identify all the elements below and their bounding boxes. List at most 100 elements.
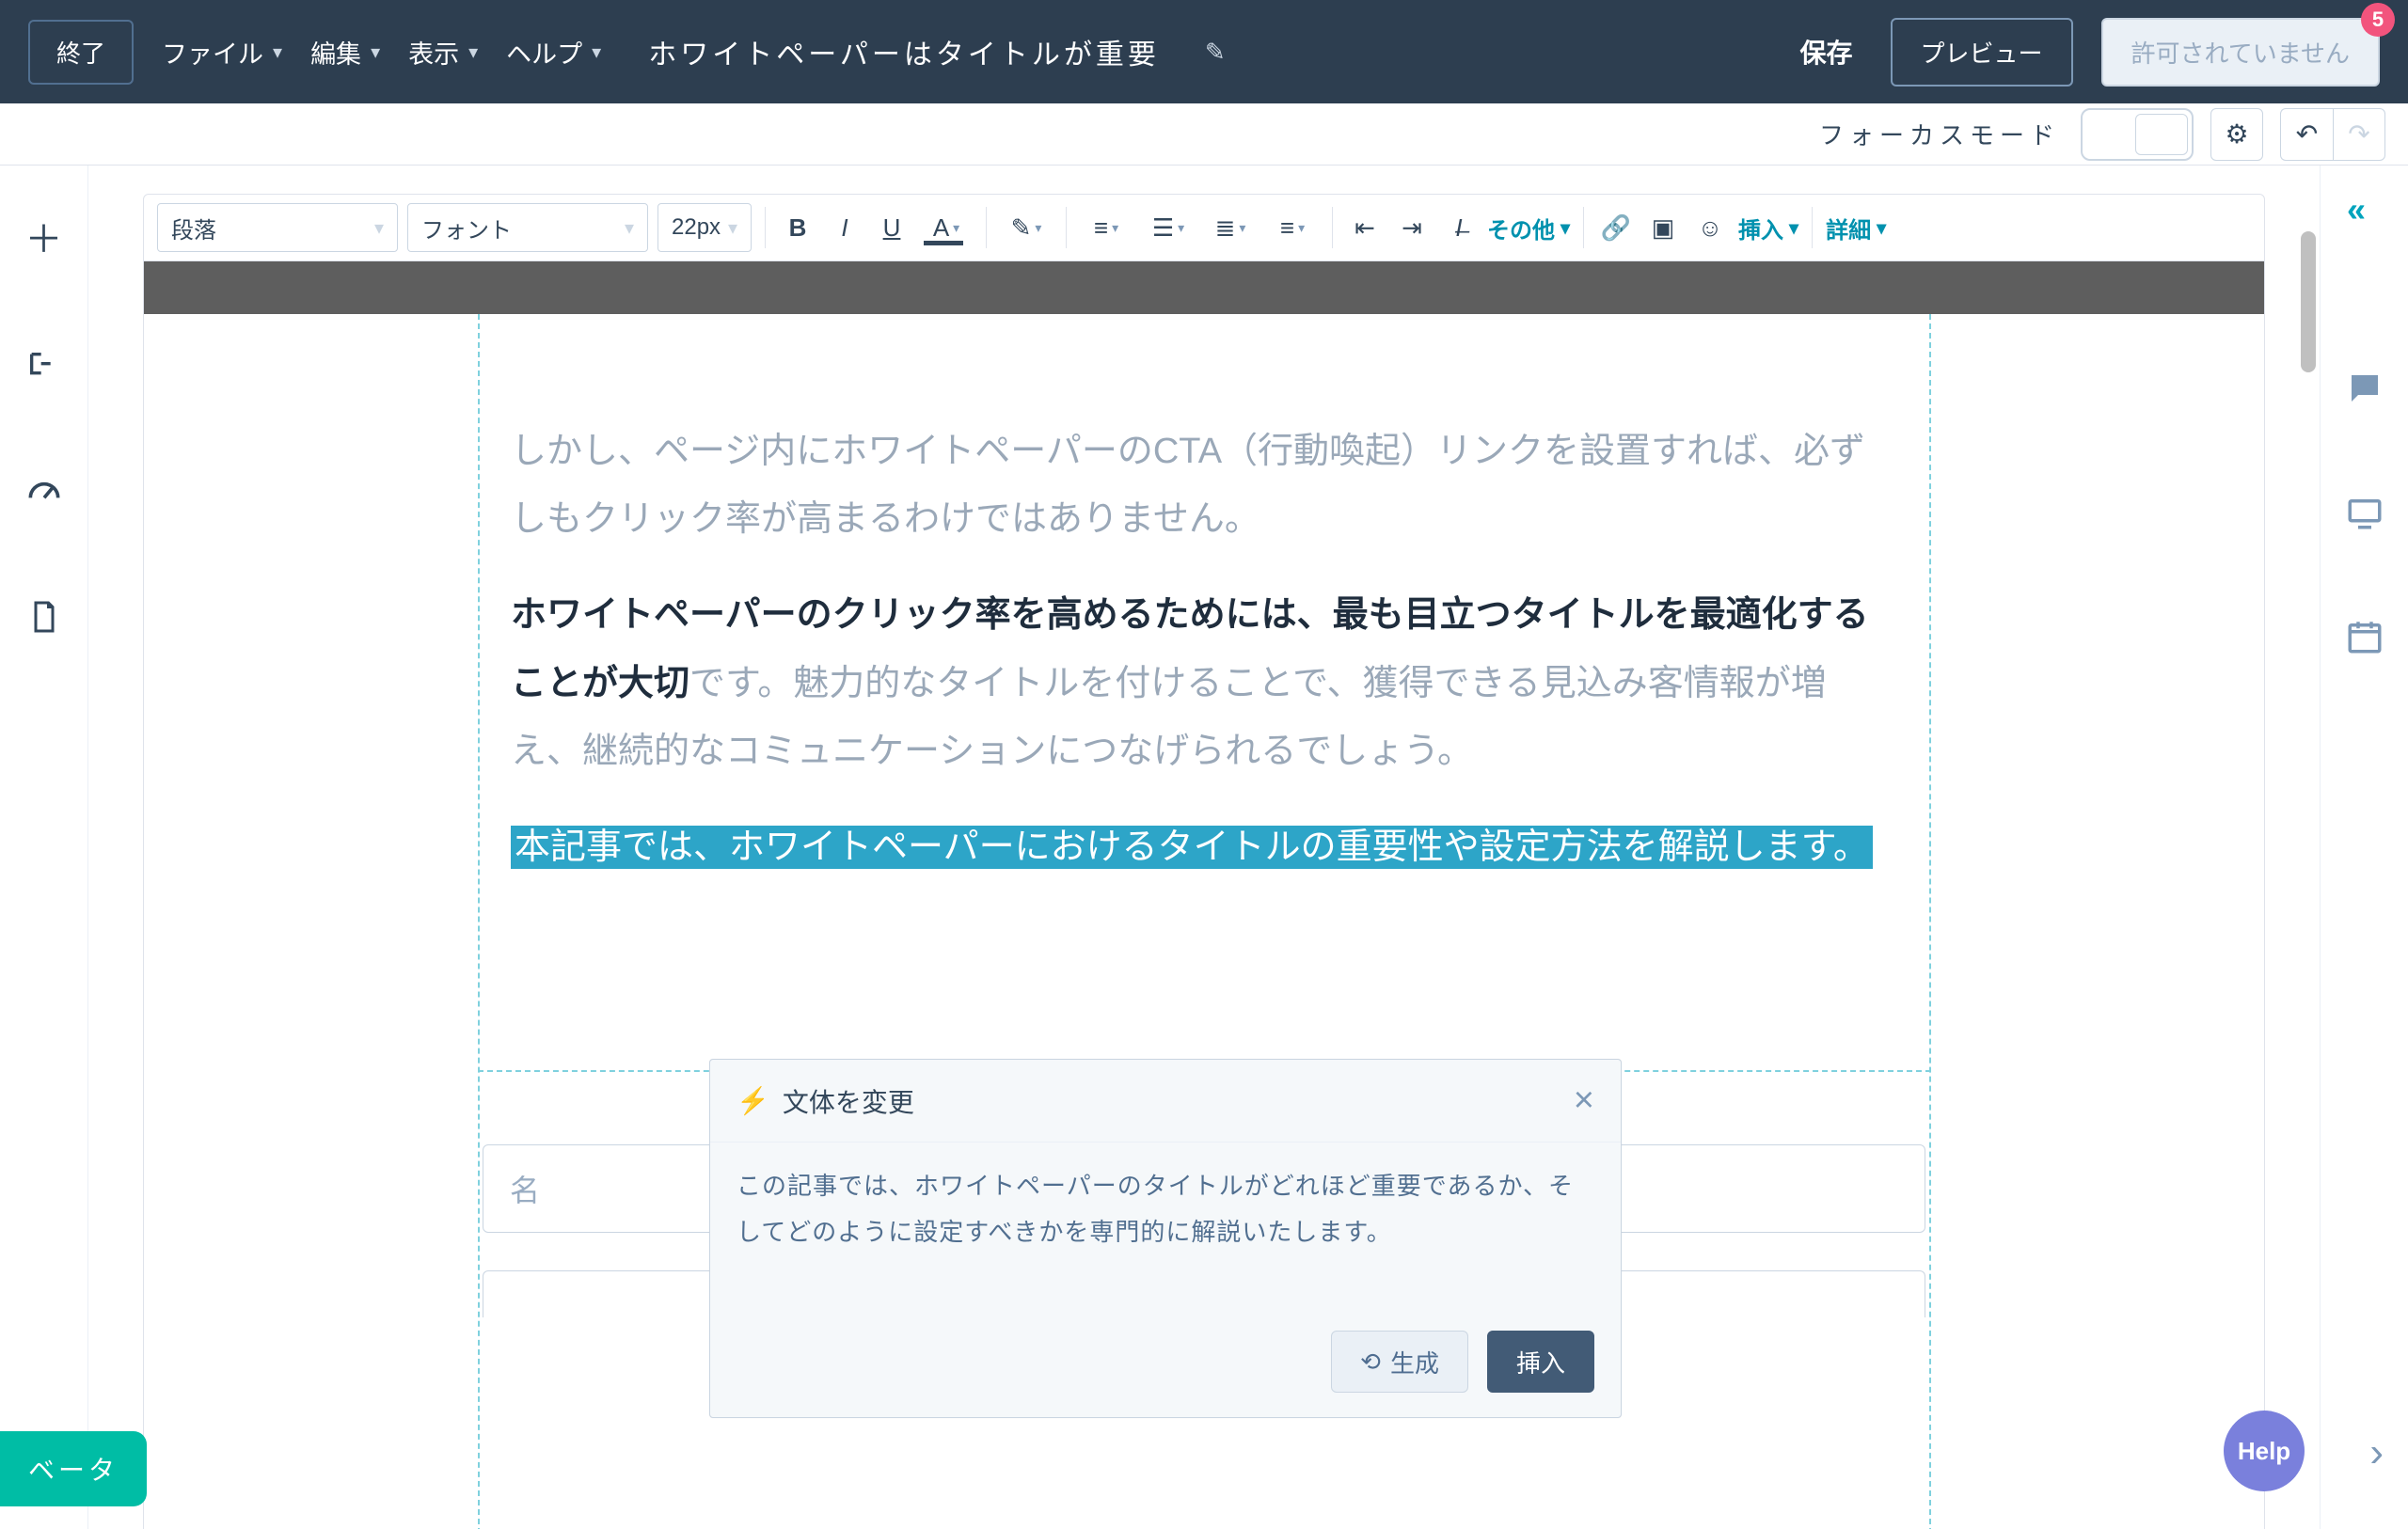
preview-button[interactable]: プレビュー bbox=[1891, 18, 2073, 87]
ai-generate-button[interactable]: ⟲ 生成 bbox=[1331, 1331, 1468, 1393]
scrollbar-thumb[interactable] bbox=[2301, 231, 2316, 372]
highlight-icon: ✎ bbox=[1011, 213, 1032, 243]
pencil-icon[interactable]: ✎ bbox=[1205, 38, 1226, 67]
chevron-down-icon: ▾ bbox=[371, 40, 380, 64]
font-family-value: フォント bbox=[421, 212, 512, 244]
paragraph-2-rest: です。魅力的なタイトルを付けることで、獲得できる見込み客情報が増え、継続的なコミ… bbox=[511, 664, 1827, 771]
comment-icon[interactable] bbox=[2345, 369, 2384, 408]
other-label: その他 bbox=[1487, 212, 1555, 244]
settings-button[interactable]: ⚙ bbox=[2210, 108, 2263, 161]
bullet-list-button[interactable]: ☰▾ bbox=[1142, 206, 1195, 249]
top-nav: 終了 ファイル▾ 編集 ▾ 表示 ▾ ヘルプ ▾ ホワイトペーパーはタイトルが重要 ✎… bbox=[0, 0, 2408, 103]
right-rail: « bbox=[2320, 166, 2408, 1529]
image-icon: ▣ bbox=[1652, 213, 1675, 243]
italic-icon: I bbox=[841, 213, 848, 243]
refresh-icon: ⟲ bbox=[1360, 1348, 1381, 1377]
emoji-icon: ☺ bbox=[1698, 213, 1723, 243]
collapse-icon[interactable]: « bbox=[2347, 190, 2366, 229]
name-placeholder: 名 bbox=[510, 1167, 540, 1210]
focus-mode-label: フォーカスモード bbox=[1819, 117, 2060, 151]
redo-button[interactable]: ↷ bbox=[2333, 108, 2385, 161]
close-icon[interactable]: × bbox=[1574, 1080, 1594, 1121]
undo-button[interactable]: ↶ bbox=[2280, 108, 2333, 161]
chevron-down-icon: ▾ bbox=[374, 216, 384, 240]
focus-mode-toggle[interactable] bbox=[2081, 108, 2194, 161]
chevron-down-icon: ▾ bbox=[1112, 220, 1118, 236]
underline-button[interactable]: U bbox=[873, 206, 911, 249]
bold-button[interactable]: B bbox=[779, 206, 816, 249]
menu-help-label: ヘルプ bbox=[506, 34, 582, 71]
save-button[interactable]: 保存 bbox=[1800, 33, 1853, 71]
chevron-down-icon: ▾ bbox=[1239, 220, 1245, 236]
link-button[interactable]: 🔗 bbox=[1597, 206, 1635, 249]
indent-icon: ⇥ bbox=[1402, 213, 1422, 243]
undo-icon: ↶ bbox=[2296, 118, 2318, 150]
ai-generate-label: 生成 bbox=[1390, 1345, 1439, 1379]
chevron-down-icon: ▾ bbox=[953, 220, 959, 236]
screen-icon[interactable] bbox=[2345, 493, 2384, 532]
sub-bar: フォーカスモード ⚙ ↶ ↷ bbox=[0, 103, 2408, 166]
clear-format-button[interactable]: I̶ bbox=[1440, 206, 1478, 249]
permission-button: 許可されていません 5 bbox=[2101, 18, 2380, 87]
paragraph-style-select[interactable]: 段落 ▾ bbox=[157, 203, 398, 252]
article-body[interactable]: しかし、ページ内にホワイトペーパーのCTA（行動喚起）リンクを設置すれば、必ずし… bbox=[144, 314, 2264, 919]
chevron-down-icon: ▾ bbox=[1560, 216, 1570, 240]
paragraph-1: しかし、ページ内にホワイトペーパーのCTA（行動喚起）リンクを設置すれば、必ずし… bbox=[511, 418, 1897, 553]
numbered-list-button[interactable]: ≡▾ bbox=[1266, 206, 1319, 249]
gear-icon: ⚙ bbox=[2225, 118, 2248, 150]
paragraph-3: 本記事では、ホワイトペーパーにおけるタイトルの重要性や設定方法を解説します。 bbox=[511, 813, 1897, 881]
menu-file[interactable]: ファイル▾ bbox=[162, 34, 282, 71]
highlight-color-button[interactable]: ✎▾ bbox=[1000, 206, 1053, 249]
font-size-select[interactable]: 22px▾ bbox=[657, 203, 752, 252]
align-button[interactable]: ≡▾ bbox=[1080, 206, 1133, 249]
ai-popup-header: ⚡ 文体を変更 × bbox=[710, 1060, 1621, 1143]
chevron-down-icon: ▾ bbox=[592, 40, 601, 64]
insert-label: 挿入 bbox=[1738, 212, 1783, 244]
beta-tab[interactable]: ベータ bbox=[0, 1431, 147, 1506]
paragraph-style-value: 段落 bbox=[171, 212, 216, 244]
file-icon[interactable] bbox=[27, 596, 61, 638]
toggle-knob bbox=[2135, 114, 2188, 155]
menu-help[interactable]: ヘルプ ▾ bbox=[506, 34, 601, 71]
text-color-button[interactable]: A▾ bbox=[920, 206, 973, 249]
bolt-icon: ⚡ bbox=[737, 1085, 769, 1116]
details-label: 詳細 bbox=[1826, 212, 1871, 244]
indent-button[interactable]: ⇥ bbox=[1393, 206, 1431, 249]
menu-view[interactable]: 表示 ▾ bbox=[408, 34, 478, 71]
menu-edit-label: 編集 bbox=[310, 34, 361, 71]
outdent-button[interactable]: ⇤ bbox=[1346, 206, 1384, 249]
optimize-gauge-icon[interactable] bbox=[24, 470, 65, 512]
notification-badge: 5 bbox=[2361, 3, 2395, 37]
details-menu[interactable]: 詳細▾ bbox=[1826, 212, 1886, 244]
insert-menu[interactable]: 挿入▾ bbox=[1738, 212, 1798, 244]
chevron-down-icon: ▾ bbox=[1178, 220, 1184, 236]
menu-file-label: ファイル bbox=[162, 34, 263, 71]
add-icon[interactable]: ＋ bbox=[25, 209, 63, 263]
document-title: ホワイトペーパーはタイトルが重要 bbox=[648, 31, 1160, 72]
site-header-bar bbox=[144, 261, 2264, 314]
menu-edit[interactable]: 編集 ▾ bbox=[310, 34, 380, 71]
font-size-value: 22px bbox=[672, 214, 721, 241]
exit-button[interactable]: 終了 bbox=[28, 20, 134, 85]
italic-button[interactable]: I bbox=[826, 206, 863, 249]
ai-insert-label: 挿入 bbox=[1516, 1345, 1565, 1379]
other-menu[interactable]: その他▾ bbox=[1487, 212, 1570, 244]
line-height-button[interactable]: ≣▾ bbox=[1204, 206, 1257, 249]
redo-icon: ↷ bbox=[2348, 118, 2369, 150]
font-family-select[interactable]: フォント▾ bbox=[407, 203, 648, 252]
clear-format-icon: I̶ bbox=[1455, 213, 1462, 243]
image-button[interactable]: ▣ bbox=[1644, 206, 1682, 249]
chevron-down-icon: ▾ bbox=[468, 40, 478, 64]
ai-popup-body: この記事では、ホワイトペーパーのタイトルがどれほど重要であるか、そしてどのように… bbox=[710, 1143, 1621, 1331]
link-icon: 🔗 bbox=[1601, 213, 1631, 243]
emoji-button[interactable]: ☺ bbox=[1691, 206, 1729, 249]
underline-icon: U bbox=[883, 213, 901, 243]
menu-view-label: 表示 bbox=[408, 34, 459, 71]
text-color-icon: A bbox=[933, 213, 949, 243]
ai-insert-button[interactable]: 挿入 bbox=[1487, 1331, 1594, 1393]
calendar-icon[interactable] bbox=[2345, 617, 2384, 656]
contents-tree-icon[interactable] bbox=[25, 348, 63, 386]
chevron-down-icon: ▾ bbox=[1298, 220, 1305, 236]
help-bubble[interactable]: Help bbox=[2224, 1411, 2305, 1491]
side-expand-arrow[interactable]: › bbox=[2369, 1429, 2384, 1476]
